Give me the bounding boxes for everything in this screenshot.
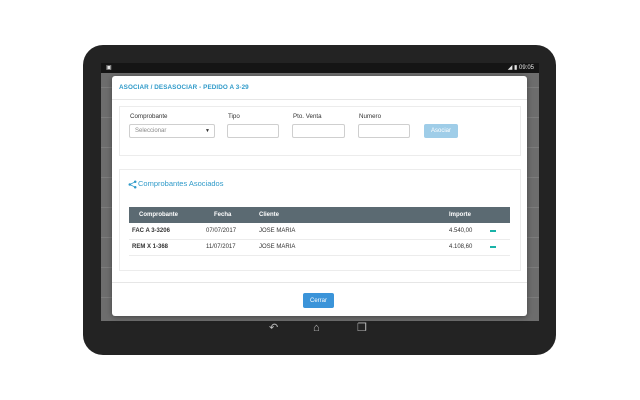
pto-venta-input[interactable] xyxy=(292,124,345,138)
tipo-input[interactable] xyxy=(227,124,279,138)
cell-fecha: 07/07/2017 xyxy=(206,228,237,234)
associate-modal: ASOCIAR / DESASOCIAR - PEDIDO A 3-29 Com… xyxy=(112,76,527,316)
home-icon[interactable]: ⌂ xyxy=(313,323,320,334)
numero-input[interactable] xyxy=(358,124,410,138)
caret-down-icon: ▼ xyxy=(205,128,210,134)
table-header: Comprobante Fecha Cliente Importe xyxy=(129,207,510,223)
cell-importe: 4.108,60 xyxy=(449,244,473,250)
back-icon[interactable]: ↶ xyxy=(269,323,278,334)
comprobante-select[interactable]: Seleccionar ▼ xyxy=(129,124,215,138)
close-button[interactable]: Cerrar xyxy=(303,293,334,308)
section-title: Comprobantes Asociados xyxy=(138,179,224,188)
pto-venta-label: Pto. Venta xyxy=(293,113,322,120)
column-header-importe: Importe xyxy=(449,212,472,218)
remove-icon[interactable] xyxy=(490,230,496,232)
column-header-fecha: Fecha xyxy=(214,212,232,218)
table-row: FAC A 3-3206 07/07/2017 JOSE MARIA 4.540… xyxy=(129,223,510,240)
comprobante-select-value: Seleccionar xyxy=(135,128,167,134)
cell-importe: 4.540,00 xyxy=(449,228,473,234)
column-header-cliente: Cliente xyxy=(259,212,280,218)
modal-title: ASOCIAR / DESASOCIAR - PEDIDO A 3-29 xyxy=(119,84,249,91)
tipo-label: Tipo xyxy=(228,113,240,120)
remove-icon[interactable] xyxy=(490,246,496,248)
battery-icon: ▮ xyxy=(514,65,518,71)
android-nav-bar: ↶ ⌂ ❐ xyxy=(101,321,539,337)
divider xyxy=(112,282,527,283)
wifi-icon: ◢ xyxy=(507,65,513,71)
table-row: REM X 1-368 11/07/2017 JOSE MARIA 4.108,… xyxy=(129,239,510,256)
numero-label: Numero xyxy=(359,113,382,120)
status-icons: ◢ ▮ 09:05 xyxy=(508,64,534,71)
cell-cliente: JOSE MARIA xyxy=(259,228,296,234)
column-header-comprobante: Comprobante xyxy=(139,212,178,218)
cell-cliente: JOSE MARIA xyxy=(259,244,296,250)
search-form: Comprobante Seleccionar ▼ Tipo Pto. Vent… xyxy=(119,106,521,156)
cell-comprobante: FAC A 3-3206 xyxy=(132,228,170,234)
cell-fecha: 11/07/2017 xyxy=(206,244,236,250)
divider xyxy=(112,99,527,100)
image-notification-icon: ▣ xyxy=(106,65,112,71)
asociar-button[interactable]: Asociar xyxy=(424,124,458,138)
cell-comprobante: REM X 1-368 xyxy=(132,244,169,250)
share-icon xyxy=(128,180,137,189)
comprobante-label: Comprobante xyxy=(130,113,168,120)
recents-icon[interactable]: ❐ xyxy=(357,323,367,334)
associated-section: Comprobantes Asociados Comprobante Fecha… xyxy=(119,169,521,271)
status-bar: ▣ ◢ ▮ 09:05 xyxy=(101,63,539,73)
clock: 09:05 xyxy=(518,65,534,71)
